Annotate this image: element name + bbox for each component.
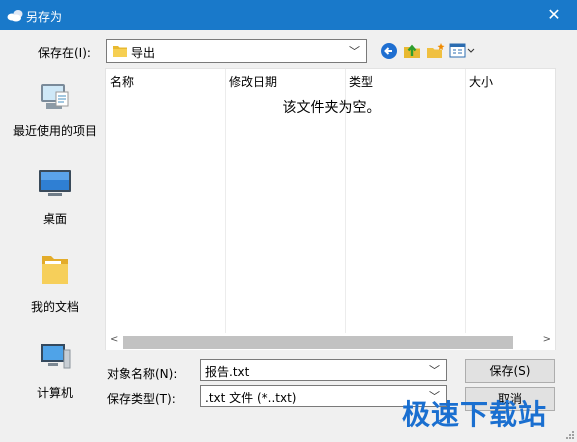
place-documents-label: 我的文档 bbox=[30, 300, 79, 314]
horizontal-scrollbar[interactable]: < > bbox=[106, 334, 555, 350]
column-size[interactable]: 大小 bbox=[469, 73, 493, 90]
recent-items-icon bbox=[41, 84, 69, 109]
place-documents[interactable]: 我的文档 bbox=[0, 250, 110, 320]
close-button[interactable]: ✕ bbox=[531, 0, 577, 30]
up-folder-icon[interactable] bbox=[403, 41, 423, 61]
watermark-text: 极速下载站 bbox=[402, 398, 548, 431]
empty-folder-message: 该文件夹为空。 bbox=[282, 100, 381, 116]
chevron-down-icon[interactable]: ﹀ bbox=[429, 362, 440, 378]
filename-label: 对象名称(N): bbox=[107, 367, 178, 381]
place-computer-label: 计算机 bbox=[36, 386, 73, 400]
window-title: 另存为 bbox=[26, 10, 63, 24]
back-icon[interactable] bbox=[380, 42, 400, 62]
title-bar: 另存为 ✕ bbox=[0, 0, 577, 30]
place-desktop-label: 桌面 bbox=[42, 212, 67, 226]
folder-icon bbox=[113, 46, 127, 57]
place-desktop[interactable]: 桌面 bbox=[0, 164, 110, 234]
scroll-right-icon[interactable]: > bbox=[543, 334, 551, 345]
save-in-dropdown[interactable]: 导出 ﹀ bbox=[106, 39, 367, 63]
column-type[interactable]: 类型 bbox=[349, 73, 373, 90]
computer-icon bbox=[41, 344, 71, 369]
place-computer[interactable]: 计算机 bbox=[0, 336, 110, 406]
view-menu-icon[interactable] bbox=[449, 41, 477, 61]
filename-value: 报告.txt bbox=[205, 365, 250, 379]
save-in-label: 保存在(I): bbox=[38, 46, 91, 60]
app-icon bbox=[7, 10, 23, 22]
save-in-value: 导出 bbox=[131, 46, 156, 60]
place-recent-items-label: 最近使用的项目 bbox=[12, 124, 97, 138]
scroll-left-icon[interactable]: < bbox=[110, 334, 118, 345]
resize-grip-icon[interactable] bbox=[565, 430, 575, 440]
documents-icon bbox=[42, 256, 68, 284]
chevron-down-icon: ﹀ bbox=[349, 45, 360, 58]
column-name[interactable]: 名称 bbox=[110, 73, 134, 90]
save-as-dialog: 另存为 ✕ 保存在(I): 导出 ﹀ 最近使用的项目 桌面 我的文档 计算机 名… bbox=[0, 0, 577, 442]
file-list[interactable]: 名称 修改日期 类型 大小 该文件夹为空。 < > bbox=[105, 68, 556, 350]
filename-input[interactable]: 报告.txt ﹀ bbox=[200, 359, 447, 381]
filetype-value: .txt 文件 (*..txt) bbox=[205, 391, 297, 405]
scroll-thumb[interactable] bbox=[123, 336, 513, 349]
desktop-icon bbox=[39, 170, 71, 196]
save-button[interactable]: 保存(S) bbox=[465, 359, 555, 383]
column-modified[interactable]: 修改日期 bbox=[229, 73, 277, 90]
new-folder-icon[interactable] bbox=[426, 41, 446, 61]
filetype-label: 保存类型(T): bbox=[107, 392, 176, 406]
place-recent-items[interactable]: 最近使用的项目 bbox=[0, 76, 110, 146]
